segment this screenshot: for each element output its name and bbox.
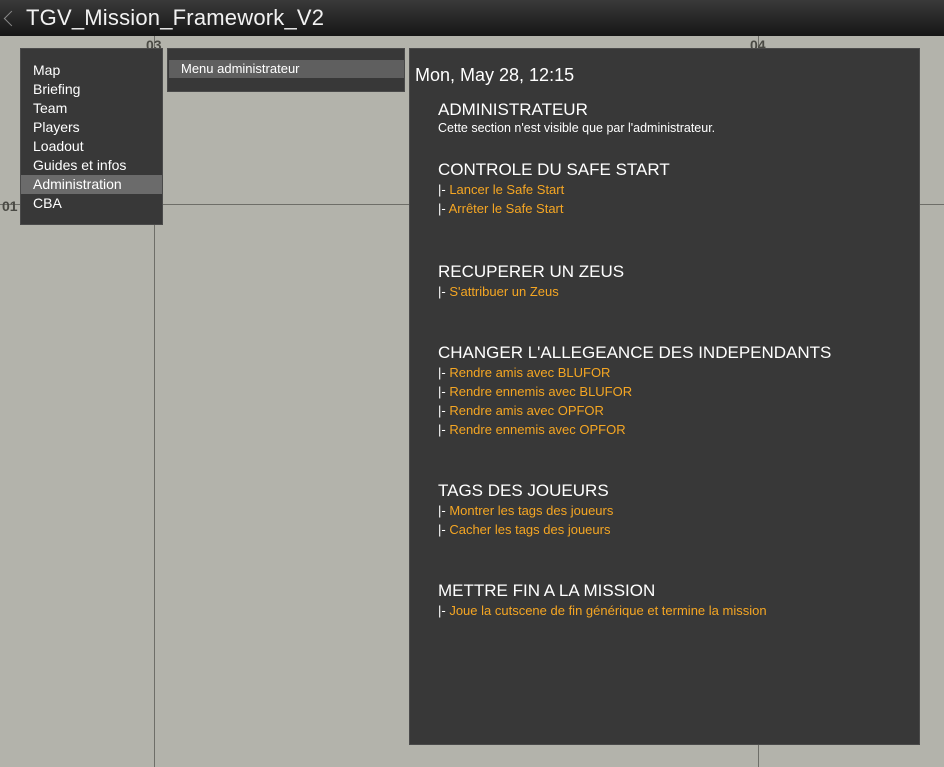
link-prefix: |- [438,384,450,399]
window-title: TGV_Mission_Framework_V2 [26,5,325,30]
content-panel: Mon, May 28, 12:15 ADMINISTRATEUR Cette … [409,48,920,745]
main-menu: Map Briefing Team Players Loadout Guides… [20,48,163,225]
link-row: |- Arrêter le Safe Start [438,199,919,218]
link-row: |- Rendre ennemis avec BLUFOR [438,382,919,401]
section-allegiance: CHANGER L'ALLEGEANCE DES INDEPENDANTS |-… [438,343,919,439]
section-title: TAGS DES JOUEURS [438,481,609,500]
menu-item-briefing[interactable]: Briefing [21,80,162,99]
menu-item-map[interactable]: Map [21,61,162,80]
link-prefix: |- [438,403,450,418]
link-prefix: |- [438,201,449,216]
section-administrateur: ADMINISTRATEUR Cette section n'est visib… [438,100,919,137]
link-row: |- Lancer le Safe Start [438,180,919,199]
section-title: RECUPERER UN ZEUS [438,262,625,281]
hostile-opfor-link[interactable]: Rendre ennemis avec OPFOR [449,422,625,437]
link-prefix: |- [438,522,450,537]
section-zeus: RECUPERER UN ZEUS |- S'attribuer un Zeus [438,262,919,301]
sub-menu: Menu administrateur [167,48,405,92]
hostile-blufor-link[interactable]: Rendre ennemis avec BLUFOR [449,384,632,399]
sub-menu-item-admin[interactable]: Menu administrateur [169,60,404,78]
link-prefix: |- [438,422,450,437]
link-row: |- Rendre amis avec OPFOR [438,401,919,420]
back-chevron-icon[interactable] [0,0,22,36]
hide-tags-link[interactable]: Cacher les tags des joueurs [449,522,610,537]
assign-zeus-link[interactable]: S'attribuer un Zeus [449,284,558,299]
friendly-blufor-link[interactable]: Rendre amis avec BLUFOR [449,365,610,380]
date-time: Mon, May 28, 12:15 [415,65,575,85]
section-title: CONTROLE DU SAFE START [438,160,670,179]
map-grid-label: 01 [2,198,18,214]
menu-item-loadout[interactable]: Loadout [21,137,162,156]
menu-item-administration[interactable]: Administration [21,175,162,194]
link-row: |- Rendre ennemis avec OPFOR [438,420,919,439]
section-title: CHANGER L'ALLEGEANCE DES INDEPENDANTS [438,343,832,362]
menu-item-players[interactable]: Players [21,118,162,137]
link-row: |- Montrer les tags des joueurs [438,501,919,520]
section-player-tags: TAGS DES JOUEURS |- Montrer les tags des… [438,481,919,539]
link-row: |- Joue la cutscene de fin générique et … [438,601,919,620]
menu-item-team[interactable]: Team [21,99,162,118]
friendly-opfor-link[interactable]: Rendre amis avec OPFOR [449,403,604,418]
start-safe-start-link[interactable]: Lancer le Safe Start [449,182,564,197]
stop-safe-start-link[interactable]: Arrêter le Safe Start [449,201,564,216]
end-mission-link[interactable]: Joue la cutscene de fin générique et ter… [449,603,766,618]
menu-item-guides[interactable]: Guides et infos [21,156,162,175]
link-prefix: |- [438,365,450,380]
section-end-mission: METTRE FIN A LA MISSION |- Joue la cutsc… [438,581,919,620]
title-bar: TGV_Mission_Framework_V2 [0,0,944,36]
link-row: |- Cacher les tags des joueurs [438,520,919,539]
section-description: Cette section n'est visible que par l'ad… [438,121,716,135]
link-row: |- S'attribuer un Zeus [438,282,919,301]
section-title: METTRE FIN A LA MISSION [438,581,656,600]
link-prefix: |- [438,182,450,197]
link-prefix: |- [438,284,450,299]
show-tags-link[interactable]: Montrer les tags des joueurs [449,503,613,518]
link-prefix: |- [438,603,450,618]
menu-item-cba[interactable]: CBA [21,194,162,213]
link-row: |- Rendre amis avec BLUFOR [438,363,919,382]
section-safe-start: CONTROLE DU SAFE START |- Lancer le Safe… [438,160,919,218]
link-prefix: |- [438,503,450,518]
section-title: ADMINISTRATEUR [438,100,588,119]
